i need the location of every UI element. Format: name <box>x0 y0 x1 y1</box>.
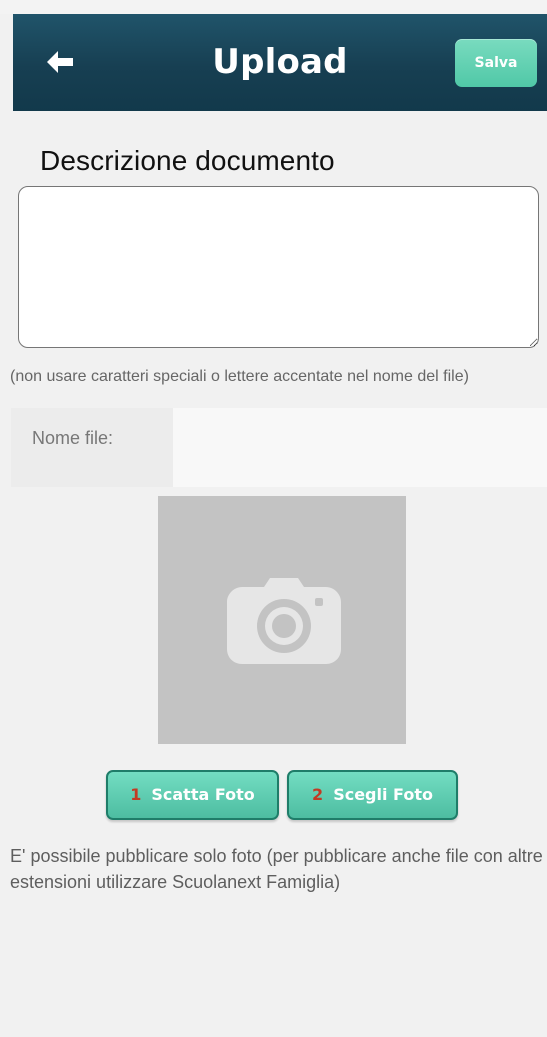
choose-photo-label: Scegli Foto <box>333 785 433 804</box>
camera-icon <box>225 574 343 666</box>
app-header: Upload Salva <box>13 14 547 111</box>
filename-input[interactable] <box>173 408 547 487</box>
take-photo-number: 1 <box>130 785 142 804</box>
description-input[interactable] <box>18 186 539 348</box>
filename-help-text: (non usare caratteri speciali o lettere … <box>10 368 469 385</box>
photo-preview <box>158 496 406 744</box>
take-photo-label: Scatta Foto <box>151 785 255 804</box>
description-label: Descrizione documento <box>40 145 335 176</box>
upload-screen: Upload Salva Descrizione documento (non … <box>0 0 547 1037</box>
status-area <box>0 0 547 14</box>
choose-photo-number: 2 <box>312 785 324 804</box>
filename-label: Nome file: <box>32 428 114 448</box>
filename-row: Nome file: <box>11 408 547 487</box>
take-photo-button[interactable]: 1 Scatta Foto <box>106 770 279 820</box>
choose-photo-button[interactable]: 2 Scegli Foto <box>287 770 458 820</box>
save-button[interactable]: Salva <box>455 39 537 87</box>
footer-note: E' possibile pubblicare solo foto (per p… <box>10 846 543 892</box>
